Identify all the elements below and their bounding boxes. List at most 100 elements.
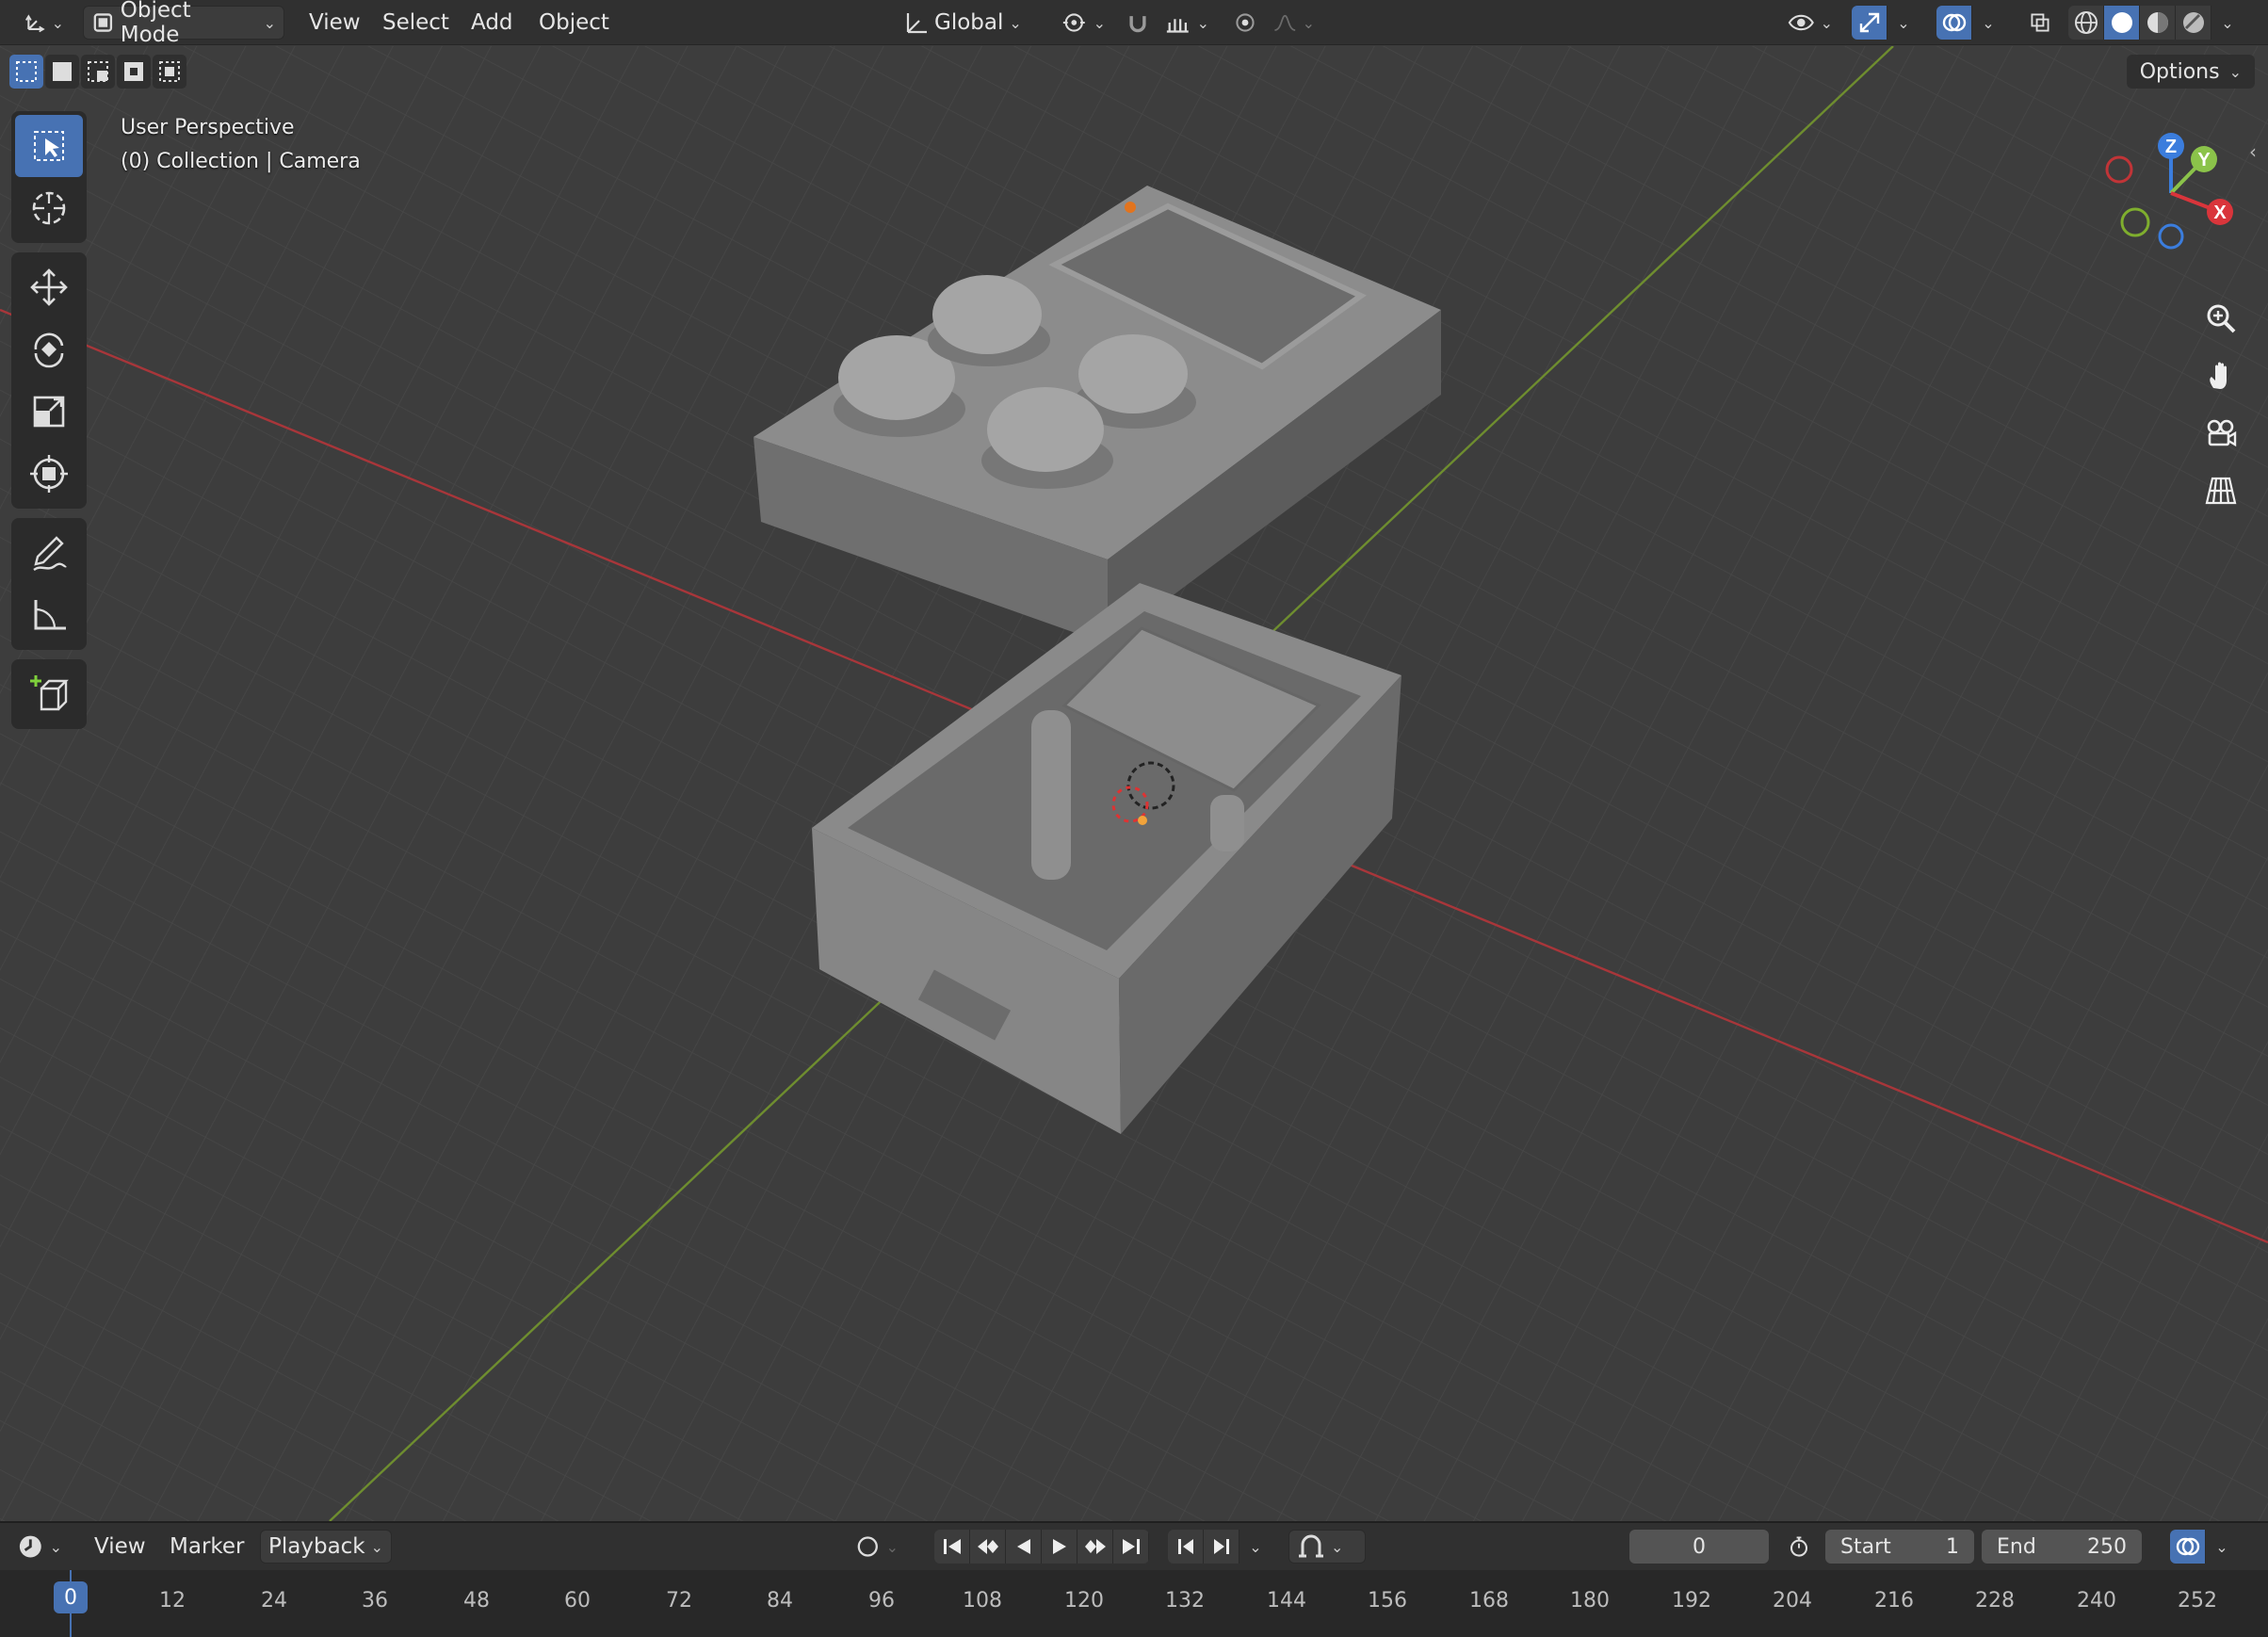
wireframe-shading-button[interactable] <box>2068 6 2104 40</box>
current-frame-field[interactable]: 0 <box>1629 1530 1769 1564</box>
wireframe-sphere-icon <box>2074 11 2098 34</box>
play-button[interactable] <box>1042 1530 1077 1564</box>
transform-icon <box>30 455 68 493</box>
menu-view[interactable]: View <box>301 6 368 40</box>
select-invert-button[interactable] <box>117 55 151 89</box>
playhead-frame-indicator[interactable]: 0 <box>54 1581 88 1613</box>
negative-y-handle[interactable] <box>2120 207 2150 237</box>
ruler-tick: 156 <box>1368 1589 1407 1613</box>
ruler-tick: 120 <box>1064 1589 1104 1613</box>
perspective-toggle-button[interactable] <box>2196 466 2245 515</box>
chevron-down-icon: ⌄ <box>263 13 276 32</box>
snap-target-dropdown[interactable]: ⌄ <box>1157 6 1217 40</box>
proportional-editing-toggle[interactable] <box>1226 6 1264 40</box>
timeline-menu-playback[interactable]: Playback ⌄ <box>260 1530 393 1564</box>
zoom-button[interactable] <box>2196 294 2245 343</box>
z-axis-label: Z <box>2165 137 2177 157</box>
timeline-editor-type-dropdown[interactable]: ⌄ <box>9 1530 70 1564</box>
timeline-overlay-dropdown[interactable]: ⌄ <box>2206 1530 2238 1564</box>
rotate-tool[interactable] <box>15 318 83 381</box>
select-new-button[interactable] <box>9 55 43 89</box>
transform-orientation-dropdown[interactable]: Global ⌄ <box>895 6 1040 40</box>
menu-add[interactable]: Add <box>463 6 521 40</box>
transform-tool[interactable] <box>15 443 83 505</box>
mode-dropdown[interactable]: Object Mode ⌄ <box>83 0 284 47</box>
overlay-options-dropdown[interactable]: ⌄ <box>1972 6 2004 40</box>
frame-ruler[interactable]: 12 24 36 48 60 72 84 96 108 120 132 144 … <box>0 1570 2268 1637</box>
x-axis-handle[interactable]: X <box>2207 199 2233 225</box>
annotate-tool[interactable] <box>15 522 83 584</box>
falloff-dropdown[interactable]: ⌄ <box>1266 6 1322 40</box>
end-frame-field[interactable]: End 250 <box>1982 1530 2142 1564</box>
select-extend-button[interactable] <box>45 55 79 89</box>
timeline-menu-marker[interactable]: Marker <box>162 1530 252 1564</box>
y-axis-handle[interactable]: Y <box>2191 146 2217 172</box>
ruler-tick: 180 <box>1570 1589 1610 1613</box>
menu-object[interactable]: Object <box>531 6 617 40</box>
rotate-icon <box>34 332 64 368</box>
select-intersect-button[interactable] <box>153 55 186 89</box>
sidebar-toggle-icon[interactable]: ‹ <box>2249 140 2257 163</box>
timeline-overlay-toggle[interactable] <box>2170 1530 2206 1564</box>
menu-select[interactable]: Select <box>375 6 457 40</box>
next-keyframe-button[interactable] <box>1077 1530 1113 1564</box>
keying-set-dropdown[interactable]: ⌄ <box>1288 1530 1366 1564</box>
measure-tool[interactable] <box>15 584 83 646</box>
3d-viewport[interactable]: Options ⌄ User Perspective (0) Collectio… <box>0 46 2268 1521</box>
prev-keyframe-icon <box>977 1539 998 1554</box>
pivot-point-dropdown[interactable]: ⌄ <box>1053 6 1113 40</box>
timeline-menu-view[interactable]: View <box>87 1530 154 1564</box>
start-frame-field[interactable]: Start 1 <box>1825 1530 1974 1564</box>
play-reverse-button[interactable] <box>1006 1530 1042 1564</box>
overlay-toggle[interactable] <box>1936 6 1972 40</box>
chevron-down-icon: ⌄ <box>1982 13 1995 32</box>
negative-z-handle[interactable] <box>2158 223 2184 250</box>
jump-start-button[interactable] <box>934 1530 970 1564</box>
next-frame-button[interactable] <box>1204 1530 1239 1564</box>
auto-keying-toggle[interactable]: ⌄ <box>848 1530 906 1564</box>
chevron-down-icon: ⌄ <box>51 13 64 32</box>
tool-group-annotate <box>11 518 87 650</box>
navigation-gizmo[interactable]: Z Y X <box>2096 122 2237 264</box>
xray-icon <box>2031 13 2049 32</box>
add-cube-tool[interactable] <box>15 663 83 725</box>
gizmo-toggle[interactable] <box>1852 6 1887 40</box>
preview-range-toggle[interactable] <box>1780 1530 1818 1564</box>
pan-button[interactable] <box>2196 351 2245 400</box>
shading-options-dropdown[interactable]: ⌄ <box>2211 6 2244 40</box>
proportional-edit-icon <box>1236 13 1255 32</box>
prev-frame-button[interactable] <box>1168 1530 1204 1564</box>
prev-keyframe-button[interactable] <box>970 1530 1006 1564</box>
clock-icon <box>19 1535 41 1558</box>
select-box-tool[interactable] <box>15 115 83 177</box>
selection-mode-group <box>9 55 186 89</box>
playback-options-dropdown[interactable]: ⌄ <box>1239 1530 1272 1564</box>
play-icon <box>1052 1539 1066 1554</box>
move-tool[interactable] <box>15 256 83 318</box>
negative-x-handle[interactable] <box>2105 155 2133 184</box>
rendered-shading-button[interactable] <box>2176 6 2211 40</box>
snap-toggle[interactable] <box>1119 6 1157 40</box>
z-axis-handle[interactable]: Z <box>2158 133 2184 159</box>
ruler-tick: 24 <box>261 1589 287 1613</box>
ruler-tick: 84 <box>767 1589 793 1613</box>
chevron-down-icon: ⌄ <box>49 1537 62 1556</box>
ruler-tick: 96 <box>868 1589 895 1613</box>
jump-end-button[interactable] <box>1113 1530 1149 1564</box>
editor-type-dropdown[interactable]: ⌄ <box>17 6 72 40</box>
camera-view-button[interactable] <box>2196 409 2245 458</box>
select-subtract-icon <box>88 61 108 82</box>
mode-label: Object Mode <box>120 0 191 47</box>
record-icon <box>857 1536 878 1557</box>
visibility-dropdown[interactable]: ⌄ <box>1780 6 1840 40</box>
collection-label: (0) Collection | Camera <box>121 150 361 173</box>
move-arrows-icon <box>30 268 68 306</box>
xray-toggle[interactable] <box>2021 6 2059 40</box>
cursor-tool[interactable] <box>15 177 83 239</box>
material-shading-button[interactable] <box>2140 6 2176 40</box>
gizmo-options-dropdown[interactable]: ⌄ <box>1887 6 1920 40</box>
select-subtract-button[interactable] <box>81 55 115 89</box>
solid-shading-button[interactable] <box>2104 6 2140 40</box>
options-dropdown[interactable]: Options ⌄ <box>2126 55 2255 89</box>
scale-tool[interactable] <box>15 381 83 443</box>
